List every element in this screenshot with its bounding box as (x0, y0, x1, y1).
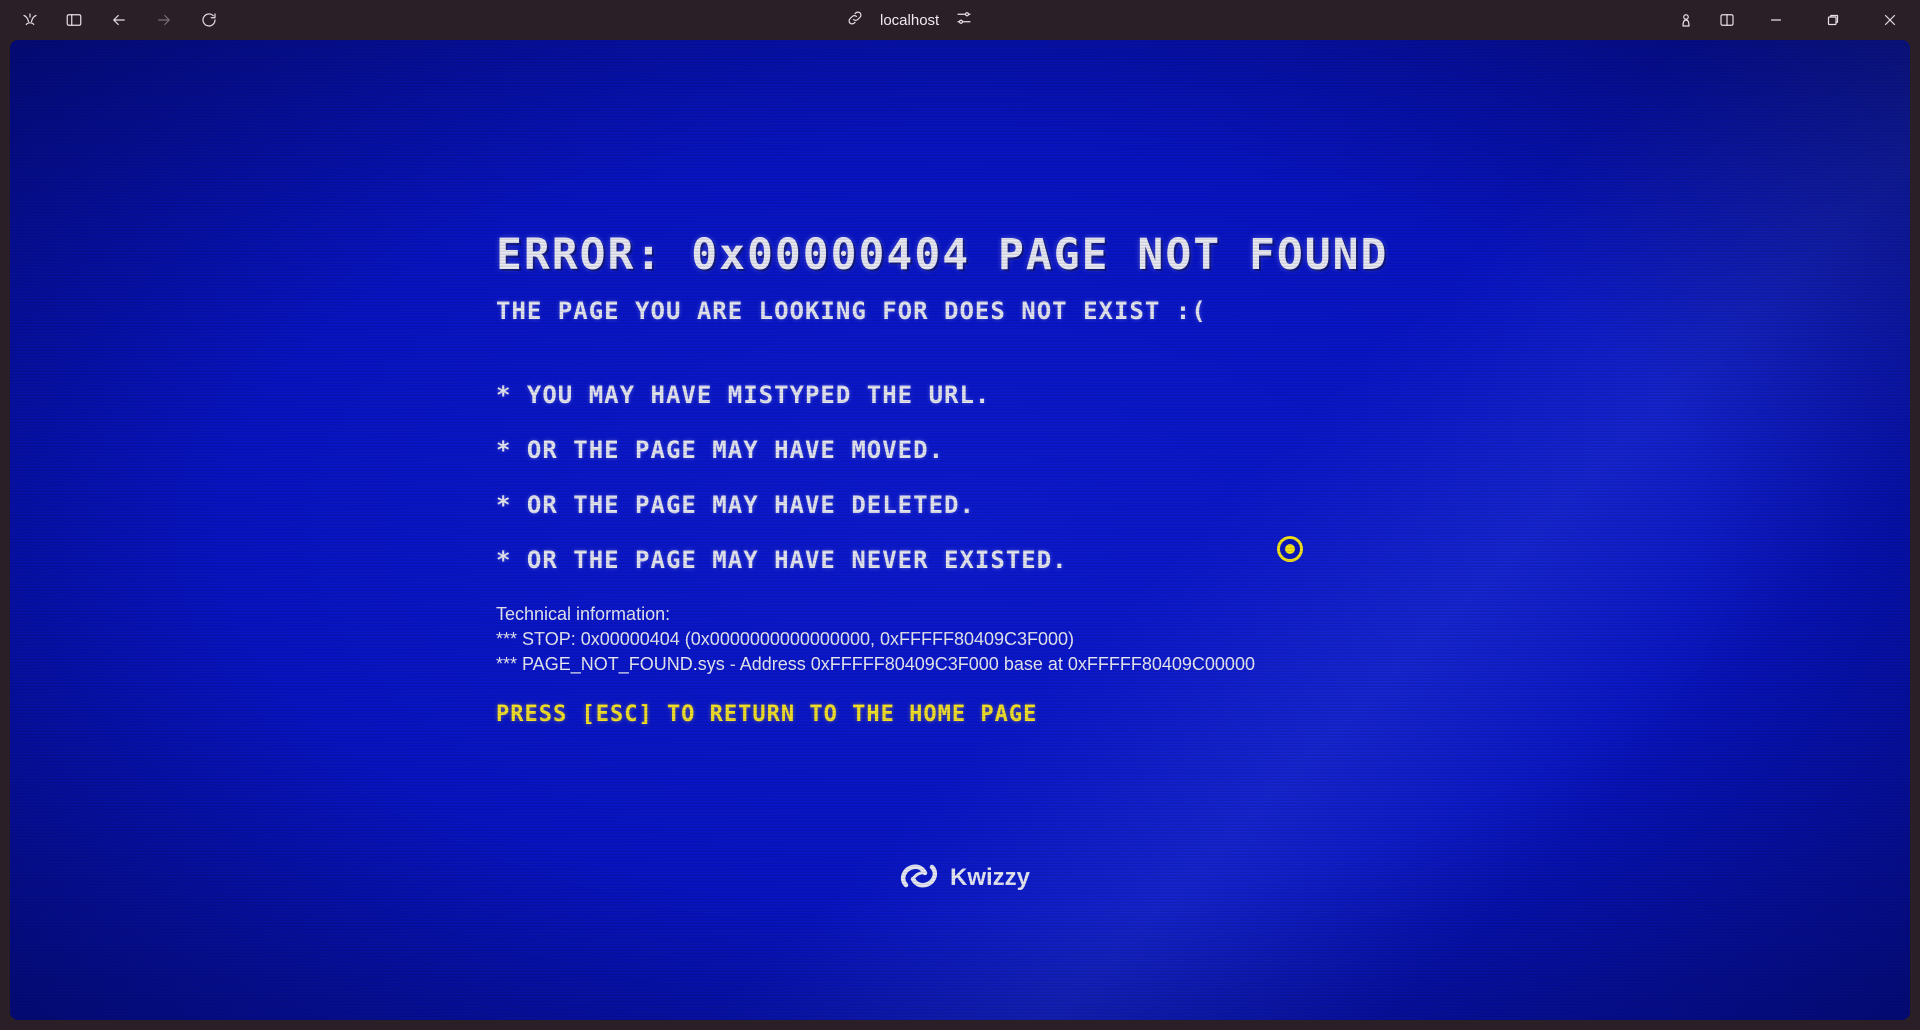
extension-icon[interactable] (1674, 8, 1698, 32)
technical-line: *** PAGE_NOT_FOUND.sys - Address 0xFFFFF… (496, 654, 1255, 674)
technical-heading: Technical information: (496, 604, 671, 624)
return-home-hint[interactable]: PRESS [ESC] TO RETURN TO THE HOME PAGE (496, 699, 1496, 731)
address-bar[interactable]: localhost (846, 8, 973, 32)
link-icon (846, 9, 864, 31)
split-view-icon[interactable] (1715, 8, 1739, 32)
close-icon[interactable] (1878, 8, 1902, 32)
reason-item: * OR THE PAGE MAY HAVE DELETED. (496, 491, 975, 519)
error-content: ERROR: 0x00000404 PAGE NOT FOUND THE PAG… (496, 226, 1496, 731)
forward-arrow-icon[interactable] (152, 8, 176, 32)
reason-item: * YOU MAY HAVE MISTYPED THE URL. (496, 381, 991, 409)
page-viewport: ERROR: 0x00000404 PAGE NOT FOUND THE PAG… (10, 40, 1910, 1020)
sliders-icon[interactable] (955, 9, 973, 31)
sidebar-toggle-icon[interactable] (62, 8, 86, 32)
reason-list: * YOU MAY HAVE MISTYPED THE URL. * OR TH… (496, 378, 1496, 598)
brand-name: Kwizzy (950, 864, 1031, 891)
minimize-icon[interactable] (1764, 8, 1788, 32)
back-arrow-icon[interactable] (107, 8, 131, 32)
reason-item: * OR THE PAGE MAY HAVE NEVER EXISTED. (496, 546, 1068, 574)
address-text[interactable]: localhost (880, 12, 939, 29)
reload-icon[interactable] (197, 8, 221, 32)
brand-logo[interactable]: Kwizzy (896, 856, 1030, 900)
browser-logo-icon[interactable] (18, 8, 42, 32)
cursor-indicator-icon (1277, 536, 1303, 562)
restore-icon[interactable] (1821, 8, 1845, 32)
kwizzy-logo-icon (896, 855, 942, 901)
error-title: ERROR: 0x00000404 PAGE NOT FOUND (496, 230, 1389, 280)
error-subtitle: THE PAGE YOU ARE LOOKING FOR DOES NOT EX… (496, 297, 1207, 325)
browser-titlebar: localhost (0, 0, 1920, 40)
technical-line: *** STOP: 0x00000404 (0x0000000000000000… (496, 629, 1075, 649)
technical-info: Technical information: *** STOP: 0x00000… (496, 602, 1496, 677)
reason-item: * OR THE PAGE MAY HAVE MOVED. (496, 436, 945, 464)
